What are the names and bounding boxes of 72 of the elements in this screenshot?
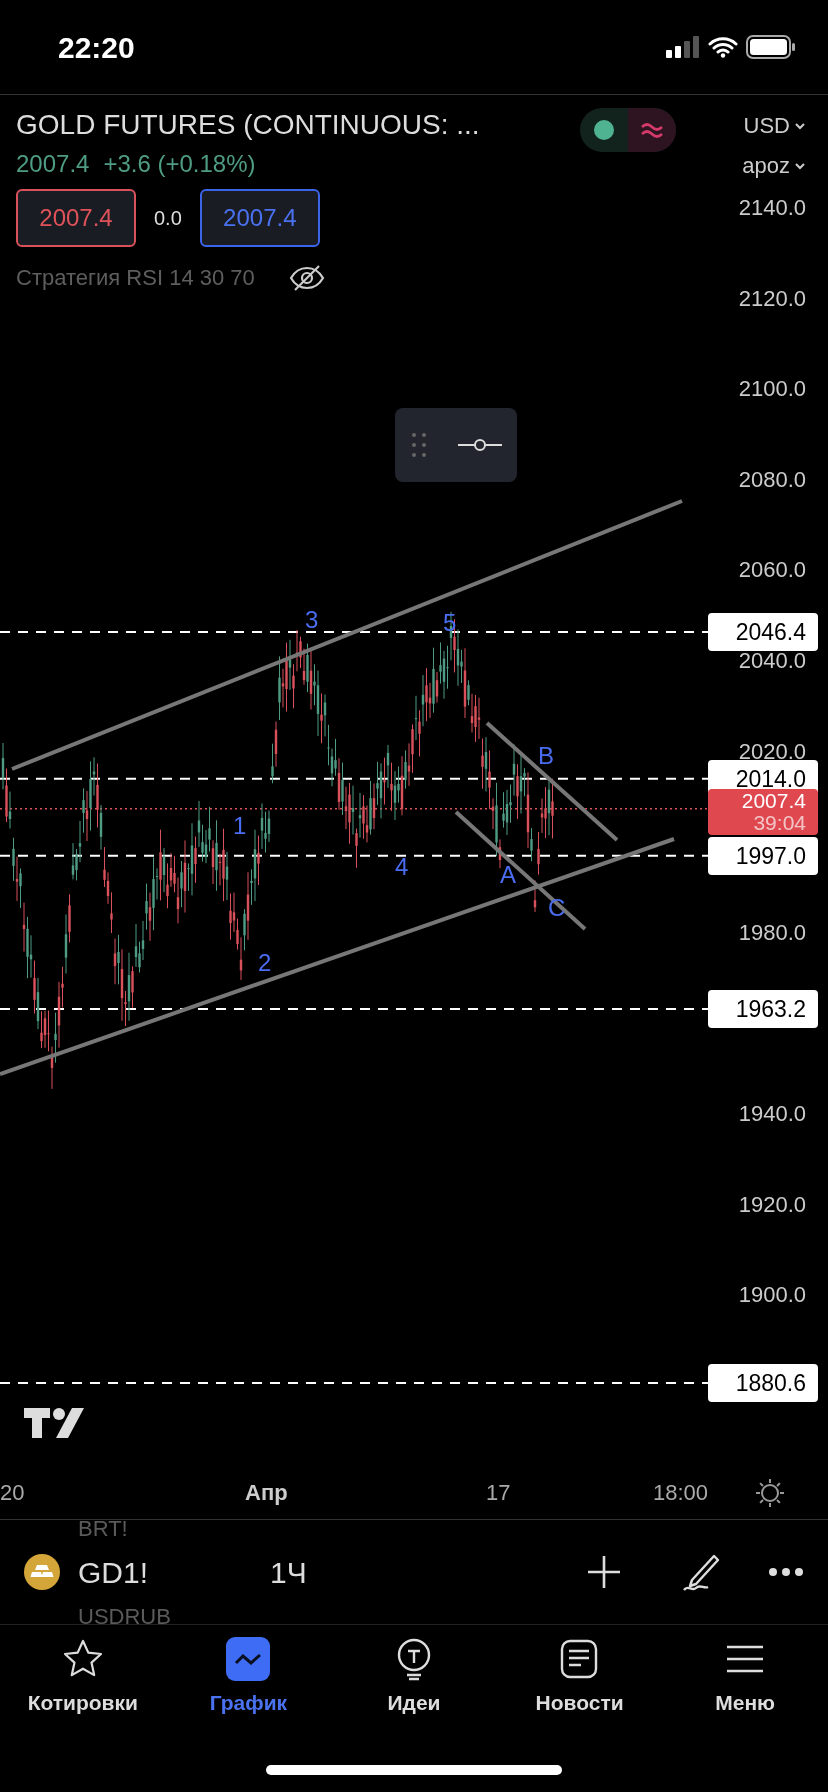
chevron-icon [794,121,806,130]
wave-label: A [500,863,516,887]
time-tick: 18:00 [653,1482,709,1504]
price-tick: 2040.0 [738,650,806,672]
trend-line[interactable] [11,499,683,771]
sell-price-button[interactable]: 2007.4 [16,189,136,247]
tab[interactable]: График [165,1637,332,1719]
clock: 22:20 [58,29,135,66]
level-price-label: 1880.6 [708,1364,818,1403]
level-price-label: 1997.0 [708,836,818,875]
trend-line[interactable] [0,837,675,1076]
spread-value: 0.0 [154,206,182,231]
more-icon[interactable] [768,1567,804,1577]
level-price-label: 2046.4 [708,613,818,651]
buy-price-button[interactable]: 2007.4 [199,189,320,247]
tab[interactable]: Меню [662,1637,828,1719]
time-tick: 20 [0,1482,25,1504]
strategy-label: Стратегия RSI 14 30 70 [16,264,255,292]
price-tick: 1920.0 [738,1193,806,1216]
price-tick: 1940.0 [738,1103,806,1125]
level-price-label: 1963.2 [708,989,818,1028]
wave-label: 5 [443,611,457,635]
time-tick: 17 [486,1482,511,1504]
price-tick: 2140.0 [738,197,806,219]
market-status-toggle[interactable] [580,108,676,152]
price-tick: 2100.0 [738,378,806,401]
battery-icon [746,35,796,59]
status-dot-icon [594,120,614,140]
tab[interactable]: Идеи [331,1637,497,1719]
bar-countdown: 39:04 [753,811,806,834]
trend-line[interactable] [454,810,587,931]
price-tick: 2120.0 [738,287,806,310]
interval-button[interactable]: 1Ч [270,1549,307,1595]
time-tick: Апр [245,1482,288,1504]
chevron-icon [794,161,806,170]
wave-label: C [548,896,566,920]
wave-label: 4 [395,855,409,879]
background-symbol: USDRUB [78,1606,171,1628]
background-symbol: BRT! [78,1518,128,1540]
tab[interactable]: Новости [496,1637,663,1719]
chart-icon [226,1637,271,1681]
trend-line[interactable] [485,721,619,842]
eye-off-icon[interactable] [288,263,325,292]
price-tick: 2060.0 [738,559,806,582]
wave-label: 1 [233,814,247,838]
wifi-icon [708,36,738,58]
price-change: +3.6 (+0.18%) [103,149,256,179]
sun-icon[interactable] [755,1478,785,1508]
account-dropdown[interactable]: apoz [742,149,806,182]
level-line[interactable] [0,1382,709,1385]
logo-icon [22,1406,86,1440]
wave-label: 3 [305,608,319,632]
tab[interactable]: Котировки [0,1637,166,1719]
price-tick: 1980.0 [738,921,806,944]
currency-dropdown[interactable]: USD [743,109,806,142]
level-line[interactable] [0,777,709,780]
price-tick: 1900.0 [738,1284,806,1307]
wave-label: 2 [258,951,272,975]
level-line[interactable] [0,631,709,633]
level-line[interactable] [0,854,709,857]
price-tick: 2080.0 [738,468,806,491]
signal-icon [666,36,700,58]
symbol-button[interactable]: GD1! [78,1549,149,1595]
level-line[interactable] [0,1007,709,1010]
wave-label: B [538,744,554,768]
plus-icon[interactable] [586,1554,622,1590]
wave-icon [640,121,664,139]
drag-handle-icon[interactable] [410,432,427,458]
ingots-icon [24,1554,60,1590]
line-tool-icon[interactable] [457,438,502,452]
last-price: 2007.4 [16,149,90,179]
symbol-title: GOLD FUTURES (CONTINUOUS: ... [16,108,481,142]
